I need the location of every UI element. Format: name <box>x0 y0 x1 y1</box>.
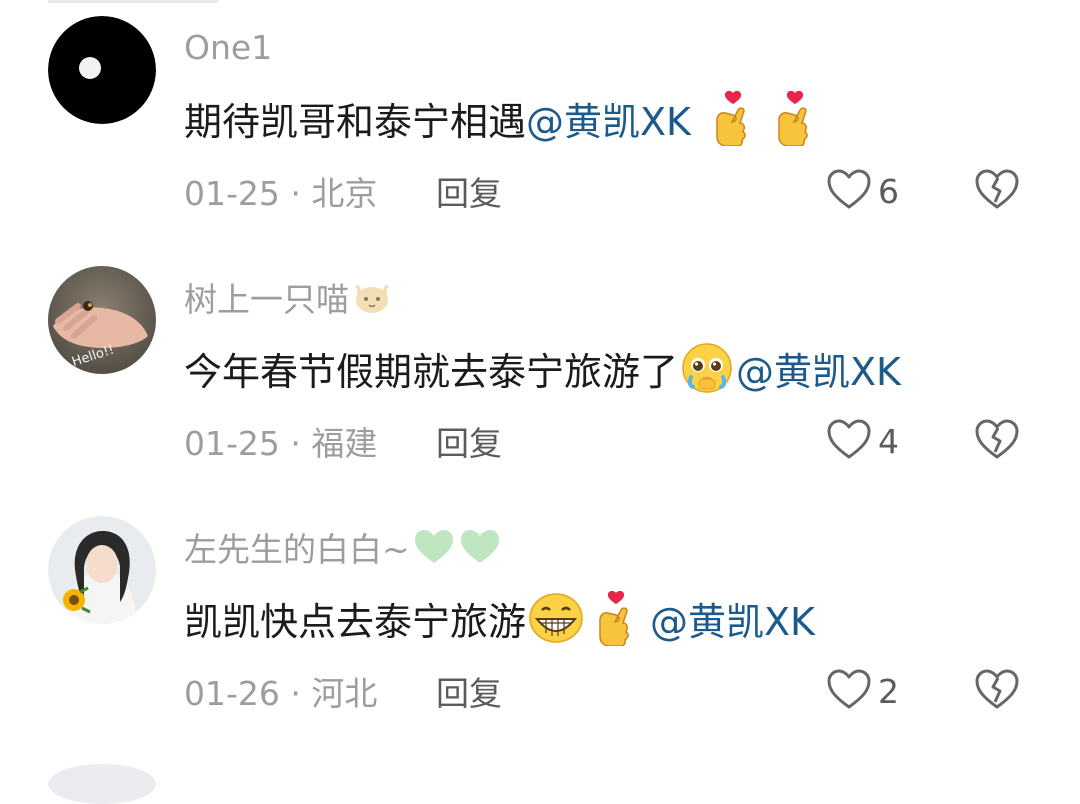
reply-button[interactable]: 回复 <box>436 416 502 466</box>
dislike-button[interactable] <box>974 166 1020 216</box>
green-heart-icon <box>458 528 502 566</box>
like-count: 6 <box>878 171 899 211</box>
cat-face-icon <box>351 278 393 316</box>
avatar[interactable] <box>48 16 156 124</box>
like-button[interactable]: 4 <box>826 416 899 466</box>
comment-body: 凯凯快点去泰宁旅游 <box>184 599 527 644</box>
avatar[interactable] <box>48 764 156 804</box>
mention-link[interactable]: @黄凯XK <box>650 591 815 646</box>
comment-username[interactable]: 左先生的白白~ <box>184 522 502 572</box>
comment-body: 今年春节假期就去泰宁旅游了 <box>184 349 679 394</box>
finger-heart-emoji-icon <box>705 90 757 146</box>
heart-outline-icon <box>826 418 872 464</box>
comment-text: 期待凯哥和泰宁相遇 @黄凯XK <box>184 88 821 148</box>
like-count: 2 <box>878 671 899 711</box>
green-heart-icon <box>412 528 456 566</box>
comment-item: 左先生的白白~ 凯凯快点去泰宁旅游 @黄凯XK 01-26 · 河北 回复 2 <box>0 500 1080 750</box>
finger-heart-emoji-icon <box>767 90 819 146</box>
comment-date-location: 01-25 · 北京 <box>184 174 378 213</box>
like-count: 4 <box>878 421 899 461</box>
comment-item: Hello!! 树上一只喵 今年春节假期就去泰宁旅游了 @黄凯XK 01-25 … <box>0 250 1080 500</box>
comment-text: 今年春节假期就去泰宁旅游了 @黄凯XK <box>184 338 901 398</box>
like-button[interactable]: 6 <box>826 166 899 216</box>
comment-text: 凯凯快点去泰宁旅游 @黄凯XK <box>184 588 815 648</box>
comment-body: 期待凯哥和泰宁相遇 <box>184 99 527 144</box>
grinning-face-emoji-icon <box>528 591 584 645</box>
avatar[interactable] <box>48 516 156 624</box>
like-button[interactable]: 2 <box>826 666 899 716</box>
comment-item: One1 期待凯哥和泰宁相遇 @黄凯XK 01-25 · 北京 回复 6 <box>0 0 1080 250</box>
reply-button[interactable]: 回复 <box>436 666 502 716</box>
mention-link[interactable]: @黄凯XK <box>736 341 901 396</box>
reply-button[interactable]: 回复 <box>436 166 502 216</box>
broken-heart-icon <box>974 668 1020 714</box>
broken-heart-icon <box>974 168 1020 214</box>
comment-username[interactable]: 树上一只喵 <box>184 272 393 322</box>
mention-link[interactable]: @黄凯XK <box>526 91 691 146</box>
pleading-face-emoji-icon <box>680 341 734 395</box>
heart-outline-icon <box>826 668 872 714</box>
comment-username[interactable]: One1 <box>184 22 272 72</box>
dislike-button[interactable] <box>974 666 1020 716</box>
finger-heart-emoji-icon <box>588 590 640 646</box>
comment-date-location: 01-25 · 福建 <box>184 424 378 463</box>
broken-heart-icon <box>974 418 1020 464</box>
comment-date-location: 01-26 · 河北 <box>184 674 378 713</box>
heart-outline-icon <box>826 168 872 214</box>
dislike-button[interactable] <box>974 416 1020 466</box>
avatar[interactable]: Hello!! <box>48 266 156 374</box>
